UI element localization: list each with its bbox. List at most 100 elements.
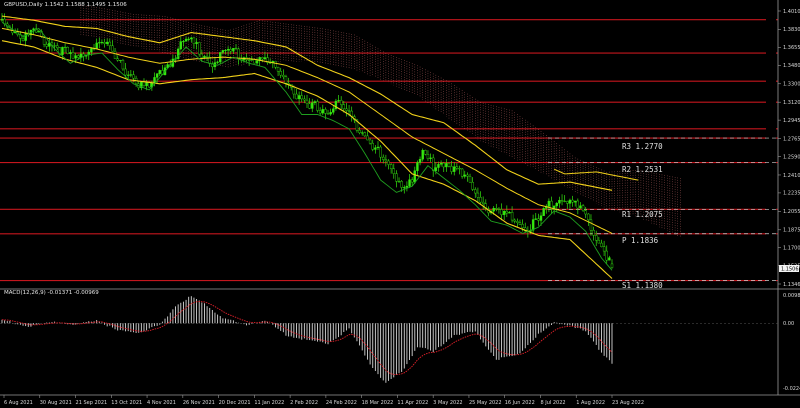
pivot-r1-label: R1 1.2075 (622, 210, 663, 219)
candle-body (479, 197, 482, 203)
candle-body (571, 199, 574, 203)
candle-body (111, 45, 114, 52)
candle-body (229, 49, 232, 52)
candle-body (547, 200, 551, 207)
candle-body (361, 132, 364, 134)
candle-body (589, 219, 593, 231)
candle-body (497, 208, 501, 210)
candle-body (182, 41, 185, 43)
candle-body (426, 154, 430, 159)
candle-body (63, 46, 67, 48)
candle-body (184, 38, 188, 42)
candle-body (505, 210, 509, 214)
candle-body (537, 218, 540, 221)
candle-body (339, 100, 343, 105)
candle-body (579, 205, 582, 209)
candle-body (602, 246, 606, 252)
candle-body (297, 95, 301, 100)
candle-body (116, 58, 119, 61)
macd-tick-label: -0.02246 (783, 386, 800, 392)
current-price-marker: 1.1506 (779, 265, 799, 273)
candle-body (53, 45, 56, 47)
candle-body (342, 104, 346, 110)
candle-body (56, 45, 59, 48)
candle-body (366, 135, 369, 141)
candle-body (429, 157, 432, 159)
candle-body (542, 208, 545, 216)
level-tag-bg (766, 125, 776, 131)
time-tick-label: 24 Feb 2022 (326, 400, 357, 406)
candle-body (103, 42, 106, 44)
candle-body (610, 263, 614, 268)
candle-body (416, 162, 419, 171)
candle-body (481, 201, 485, 204)
level-tag-bg (766, 277, 776, 283)
price-tick-label: 1.2235 (783, 191, 800, 197)
price-tick-label: 1.2945 (783, 118, 800, 124)
candle-body (592, 230, 595, 236)
candle-body (21, 38, 25, 41)
price-tick-label: 1.1875 (783, 228, 800, 234)
current-price-label: 1.1506 (781, 267, 799, 273)
candle-body (587, 213, 590, 221)
candle-body (434, 167, 438, 171)
candle-body (605, 250, 608, 261)
candle-body (247, 59, 251, 61)
candle-body (45, 44, 48, 47)
candle-body (90, 48, 93, 53)
candle-body (0, 18, 4, 21)
candle-body (324, 109, 327, 114)
candle-body (332, 108, 335, 113)
level-tag-bg (766, 16, 776, 22)
candle-body (195, 42, 198, 44)
candle-body (113, 50, 117, 59)
candle-body (250, 59, 253, 61)
candle-body (608, 257, 611, 261)
macd-header: MACD(12,26,9) -0.01371 -0.00969 (4, 290, 99, 296)
candle-body (563, 200, 566, 202)
candle-body (453, 166, 456, 172)
candle-body (595, 235, 598, 241)
candle-body (573, 200, 577, 203)
price-tick-label: 1.3655 (783, 45, 800, 51)
candle-body (405, 185, 409, 188)
candle-body (363, 132, 367, 137)
price-tick-label: 1.4010 (783, 9, 800, 15)
time-tick-label: 1 Aug 2022 (576, 400, 605, 406)
candle-body (581, 205, 585, 211)
candle-body (77, 55, 80, 58)
candle-body (403, 187, 406, 189)
price-tick-label: 1.1346 (783, 282, 800, 288)
candle-body (447, 163, 451, 167)
candle-body (61, 46, 64, 55)
candle-body (476, 192, 480, 198)
candle-body (516, 221, 519, 223)
candle-body (584, 210, 587, 215)
candle-body (98, 42, 101, 44)
candle-body (100, 42, 104, 44)
price-tick-label: 1.3480 (783, 63, 800, 69)
candle-body (387, 160, 390, 165)
candle-body (274, 60, 277, 68)
candle-body (371, 142, 374, 150)
candle-body (200, 53, 204, 58)
candle-body (566, 201, 569, 204)
candle-body (127, 74, 130, 76)
candle-body (305, 99, 309, 104)
candle-body (37, 31, 41, 33)
candle-body (413, 170, 417, 183)
candle-body (500, 209, 503, 215)
pivot-r3-label: R3 1.2770 (622, 142, 663, 151)
candle-body (190, 37, 193, 40)
candle-body (455, 166, 459, 169)
candle-body (518, 222, 522, 225)
candle-body (358, 130, 361, 134)
candle-body (510, 212, 514, 221)
macd-tick-label: 0.00981 (783, 293, 800, 299)
candle-body (308, 103, 311, 109)
candle-body (439, 162, 443, 165)
candle-body (124, 68, 127, 76)
candle-body (326, 113, 330, 115)
candle-body (495, 208, 498, 210)
candle-body (408, 179, 411, 187)
